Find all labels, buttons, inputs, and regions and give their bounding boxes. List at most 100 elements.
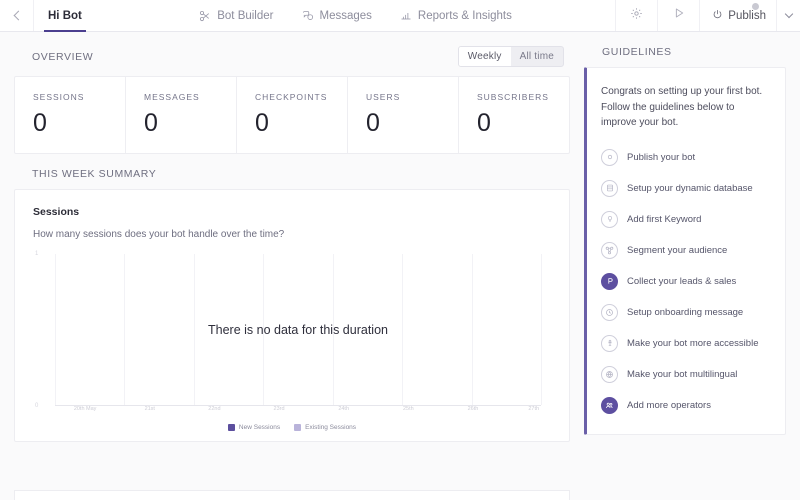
power-icon xyxy=(712,9,723,23)
stat-label: SUBSCRIBERS xyxy=(477,92,549,102)
x-tick-label: 27th xyxy=(528,406,540,412)
bot-tab-label: Hi Bot xyxy=(48,9,82,22)
operators-icon xyxy=(601,396,618,414)
bot-builder-icon xyxy=(199,10,211,22)
period-option-all-time[interactable]: All time xyxy=(511,47,563,66)
stat-value: 0 xyxy=(477,109,491,137)
x-tick-label: 20th May xyxy=(73,406,97,412)
stat-sessions: SESSIONS 0 xyxy=(15,77,126,153)
guideline-publish-your-bot[interactable]: Publish your bot xyxy=(601,148,771,166)
x-tick-label: 23rd xyxy=(273,406,285,412)
sessions-chart-card: Sessions How many sessions does your bot… xyxy=(14,189,570,442)
guideline-setup-onboarding-message[interactable]: Setup onboarding message xyxy=(601,303,771,321)
guideline-setup-dynamic-database[interactable]: Setup your dynamic database xyxy=(601,179,771,197)
segment-icon xyxy=(601,241,618,259)
x-tick-label: 26th xyxy=(467,406,479,412)
legend-swatch xyxy=(227,424,235,431)
gear-icon xyxy=(630,7,643,25)
guidelines-intro: Congrats on setting up your first bot. F… xyxy=(601,86,763,128)
stat-label: CHECKPOINTS xyxy=(255,92,328,102)
play-icon xyxy=(672,6,686,25)
guideline-label: Add more operators xyxy=(627,399,711,411)
main-column: OVERVIEW Weekly All time SESSIONS 0 MESS… xyxy=(14,32,570,500)
guideline-label: Setup onboarding message xyxy=(627,306,744,318)
chart-empty-message: There is no data for this duration xyxy=(208,322,388,337)
guidelines-heading: GUIDELINES xyxy=(602,46,672,58)
guideline-label: Make your bot more accessible xyxy=(627,337,759,349)
summary-section-header: THIS WEEK SUMMARY xyxy=(14,154,570,189)
messages-icon xyxy=(302,10,314,22)
x-tick-label: 24th xyxy=(338,406,350,412)
keyword-icon xyxy=(601,210,618,228)
primary-nav: Bot Builder Messages Reports & Insights xyxy=(96,0,615,31)
stat-messages: MESSAGES 0 xyxy=(126,77,237,153)
guideline-add-first-keyword[interactable]: Add first Keyword xyxy=(601,210,771,228)
multilingual-icon xyxy=(601,365,618,383)
nav-label-messages: Messages xyxy=(319,9,372,22)
stat-label: MESSAGES xyxy=(144,92,200,102)
tab-hi-bot[interactable]: Hi Bot xyxy=(34,0,96,32)
publish-status-badge xyxy=(752,3,759,10)
reports-insights-icon xyxy=(400,10,412,22)
y-tick-label: 0 xyxy=(35,403,39,409)
content-bottom-edge xyxy=(14,490,570,500)
top-navigation-bar: Hi Bot Bot Builder Messages Reports & In… xyxy=(0,0,800,32)
database-icon xyxy=(601,179,618,197)
period-toggle: Weekly All time xyxy=(457,46,564,67)
stat-subscribers: SUBSCRIBERS 0 xyxy=(459,77,569,153)
guideline-label: Make your bot multilingual xyxy=(627,368,738,380)
legend-swatch xyxy=(294,424,302,431)
chart-plot-area: There is no data for this duration xyxy=(55,254,542,406)
settings-button[interactable] xyxy=(615,0,657,31)
guideline-make-bot-multilingual[interactable]: Make your bot multilingual xyxy=(601,365,771,383)
nav-item-reports-insights[interactable]: Reports & Insights xyxy=(400,10,512,22)
chart-legend: New Sessions Existing Sessions xyxy=(33,424,551,431)
y-tick-label: 1 xyxy=(35,251,39,257)
sessions-chart-plot: 1 0 There is no data for this duration xyxy=(35,251,551,409)
legend-item-existing-sessions[interactable]: Existing Sessions xyxy=(294,424,356,431)
stat-value: 0 xyxy=(255,109,269,137)
overview-stats-card: SESSIONS 0 MESSAGES 0 CHECKPOINTS 0 USER… xyxy=(14,76,570,154)
period-option-weekly[interactable]: Weekly xyxy=(458,47,511,66)
back-button[interactable] xyxy=(0,0,34,31)
stat-value: 0 xyxy=(33,109,47,137)
chart-title: Sessions xyxy=(33,206,80,218)
nav-item-bot-builder[interactable]: Bot Builder xyxy=(199,9,274,22)
guideline-collect-leads-and-sales[interactable]: Collect your leads & sales xyxy=(601,272,771,290)
topbar-actions: Publish xyxy=(615,0,800,31)
guideline-add-more-operators[interactable]: Add more operators xyxy=(601,396,771,414)
preview-button[interactable] xyxy=(657,0,699,31)
stat-label: SESSIONS xyxy=(33,92,85,102)
guideline-label: Add first Keyword xyxy=(627,213,702,225)
nav-item-messages[interactable]: Messages xyxy=(302,10,372,22)
guideline-label: Publish your bot xyxy=(627,151,696,163)
accessible-icon xyxy=(601,334,618,352)
x-tick-label: 22nd xyxy=(208,406,221,412)
publish-label: Publish xyxy=(728,9,766,22)
onboarding-icon xyxy=(601,303,618,321)
legend-item-new-sessions[interactable]: New Sessions xyxy=(227,424,281,431)
publish-button[interactable]: Publish xyxy=(699,0,776,31)
chevron-left-icon xyxy=(13,10,23,21)
legend-label: Existing Sessions xyxy=(305,424,357,431)
overview-section-header: OVERVIEW Weekly All time xyxy=(14,32,570,76)
publish-circle-icon xyxy=(601,148,618,166)
guideline-make-bot-more-accessible[interactable]: Make your bot more accessible xyxy=(601,334,771,352)
stat-label: USERS xyxy=(366,92,401,102)
nav-label-reports-insights: Reports & Insights xyxy=(417,9,512,22)
page-content: OVERVIEW Weekly All time SESSIONS 0 MESS… xyxy=(0,32,800,500)
chevron-down-icon xyxy=(784,9,793,19)
guideline-segment-your-audience[interactable]: Segment your audience xyxy=(601,241,771,259)
guideline-label: Collect your leads & sales xyxy=(627,275,737,287)
publish-dropdown-toggle[interactable] xyxy=(776,0,800,31)
summary-heading: THIS WEEK SUMMARY xyxy=(32,168,157,180)
x-tick-label: 21st xyxy=(144,406,155,412)
chart-subtitle: How many sessions does your bot handle o… xyxy=(33,229,285,240)
guidelines-card: Congrats on setting up your first bot. F… xyxy=(584,67,786,435)
stat-checkpoints: CHECKPOINTS 0 xyxy=(237,77,348,153)
nav-label-bot-builder: Bot Builder xyxy=(217,9,274,22)
stat-value: 0 xyxy=(366,109,380,137)
leads-icon xyxy=(601,272,618,290)
guideline-label: Segment your audience xyxy=(627,244,728,256)
legend-label: New Sessions xyxy=(238,424,281,431)
